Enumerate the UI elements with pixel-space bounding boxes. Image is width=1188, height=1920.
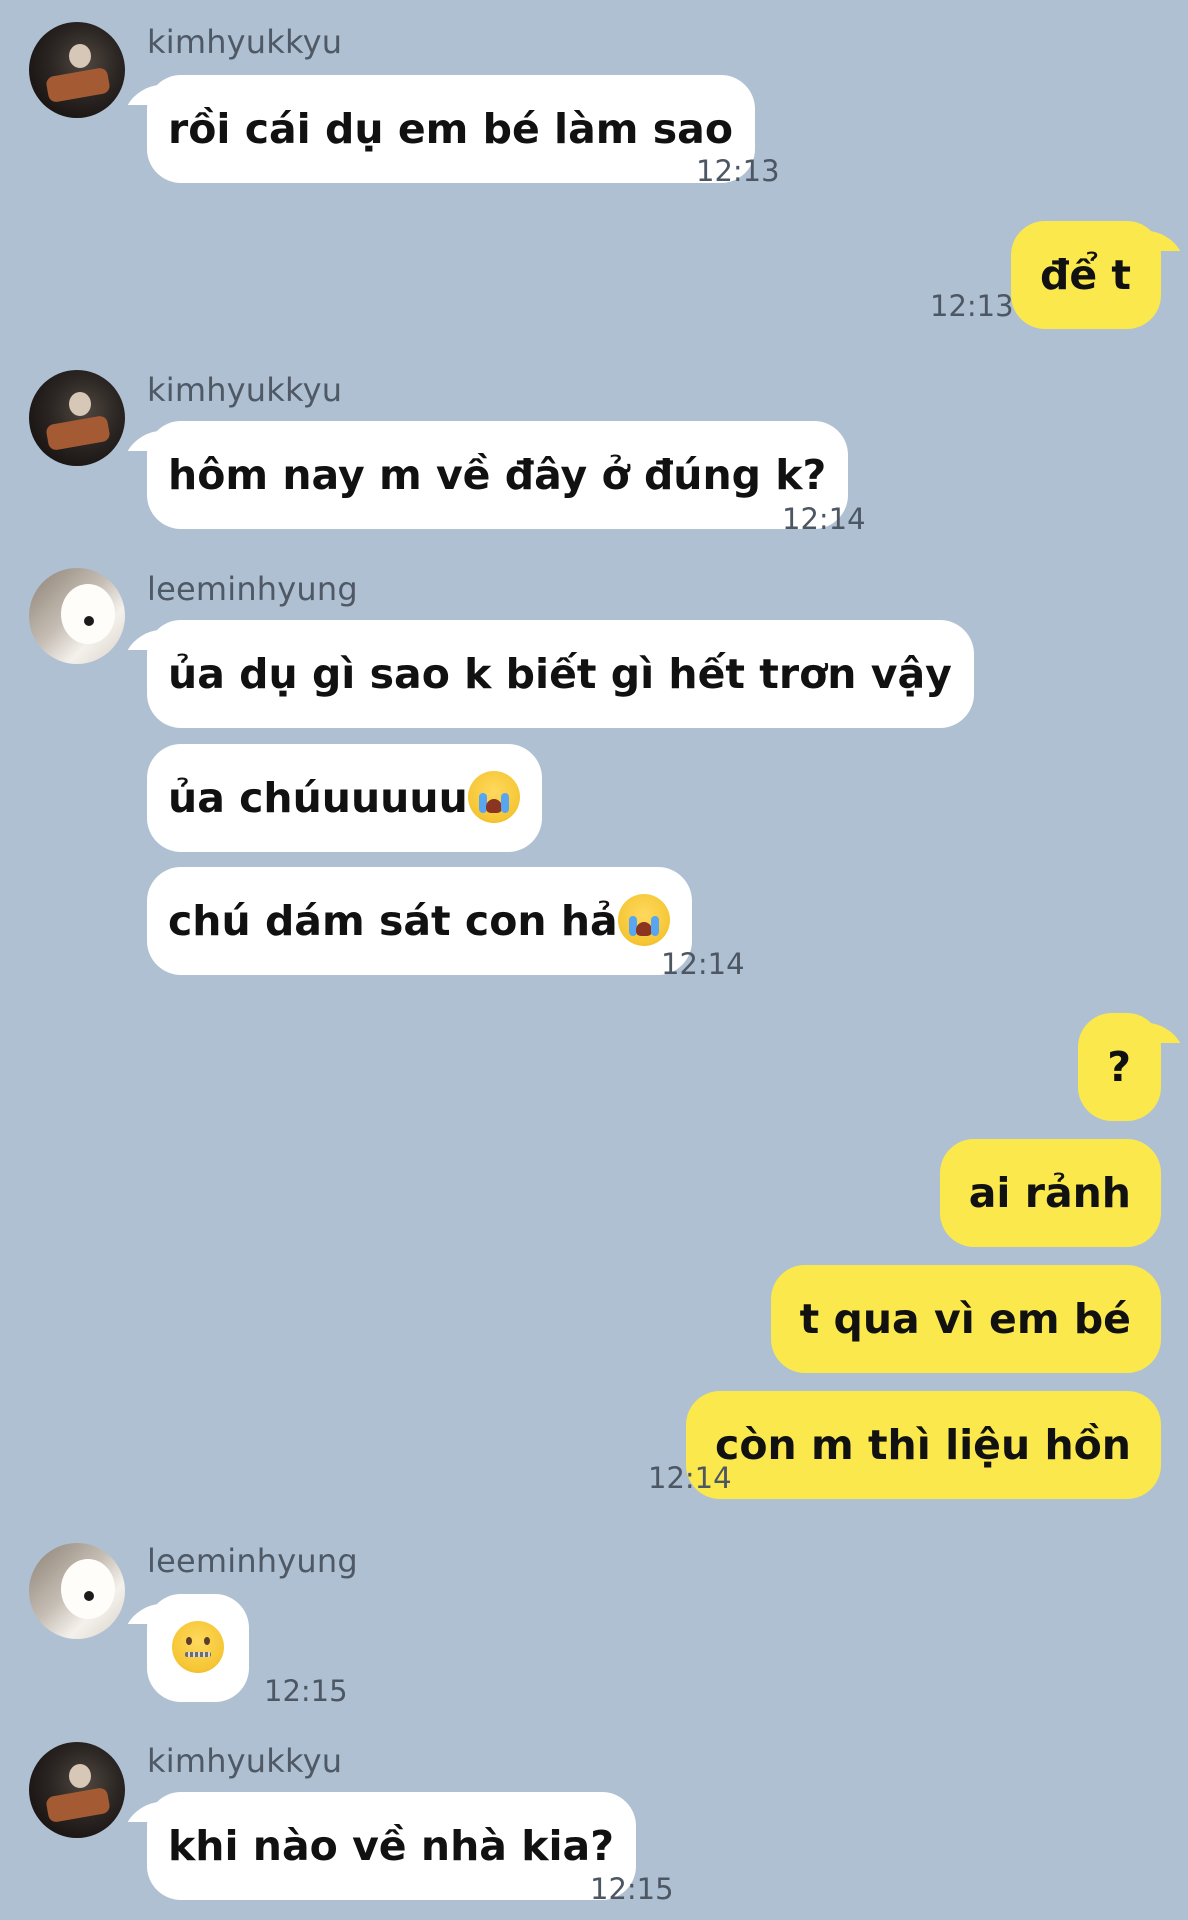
sender-name: kimhyukkyu [147, 1742, 343, 1780]
message-timestamp: 12:13 [696, 154, 780, 188]
message-timestamp: 12:15 [590, 1872, 674, 1906]
message-text: chú dám sát con hả [168, 897, 618, 945]
message-bubble[interactable]: ủa chúuuuuu [147, 744, 542, 852]
loudly-crying-face-icon [467, 771, 520, 823]
sender-name: leeminhyung [147, 570, 358, 608]
message-timestamp: 12:15 [264, 1674, 348, 1708]
zipper-mouth-face-icon [171, 1621, 224, 1673]
loudly-crying-face-icon [617, 894, 670, 946]
message-bubble[interactable] [147, 1594, 249, 1702]
message-bubble[interactable]: t qua vì em bé [770, 1265, 1161, 1373]
message-timestamp: 12:14 [782, 502, 866, 536]
message-text: ủa chúuuuuu [168, 774, 468, 822]
message-bubble[interactable]: khi nào về nhà kia? [147, 1792, 636, 1900]
sender-name: kimhyukkyu [147, 371, 343, 409]
message-bubble[interactable]: chú dám sát con hả [147, 867, 692, 975]
avatar[interactable] [29, 1742, 125, 1838]
message-bubble[interactable]: còn m thì liệu hồn [686, 1391, 1161, 1499]
message-bubble[interactable]: rồi cái dụ em bé làm sao [147, 75, 756, 183]
message-bubble[interactable]: hôm nay m về đây ở đúng k? [147, 421, 849, 529]
avatar[interactable] [29, 568, 125, 664]
message-bubble[interactable]: để t [1010, 221, 1161, 329]
sender-name: leeminhyung [147, 1542, 358, 1580]
message-timestamp: 12:13 [930, 289, 1014, 323]
message-bubble[interactable]: ai rảnh [939, 1139, 1161, 1247]
message-bubble[interactable]: ủa dụ gì sao k biết gì hết trơn vậy [147, 620, 974, 728]
avatar[interactable] [29, 22, 125, 118]
avatar[interactable] [29, 370, 125, 466]
message-timestamp: 12:14 [661, 947, 745, 981]
avatar[interactable] [29, 1543, 125, 1639]
sender-name: kimhyukkyu [147, 23, 343, 61]
message-bubble[interactable]: ? [1078, 1013, 1161, 1121]
message-timestamp: 12:14 [648, 1461, 732, 1495]
